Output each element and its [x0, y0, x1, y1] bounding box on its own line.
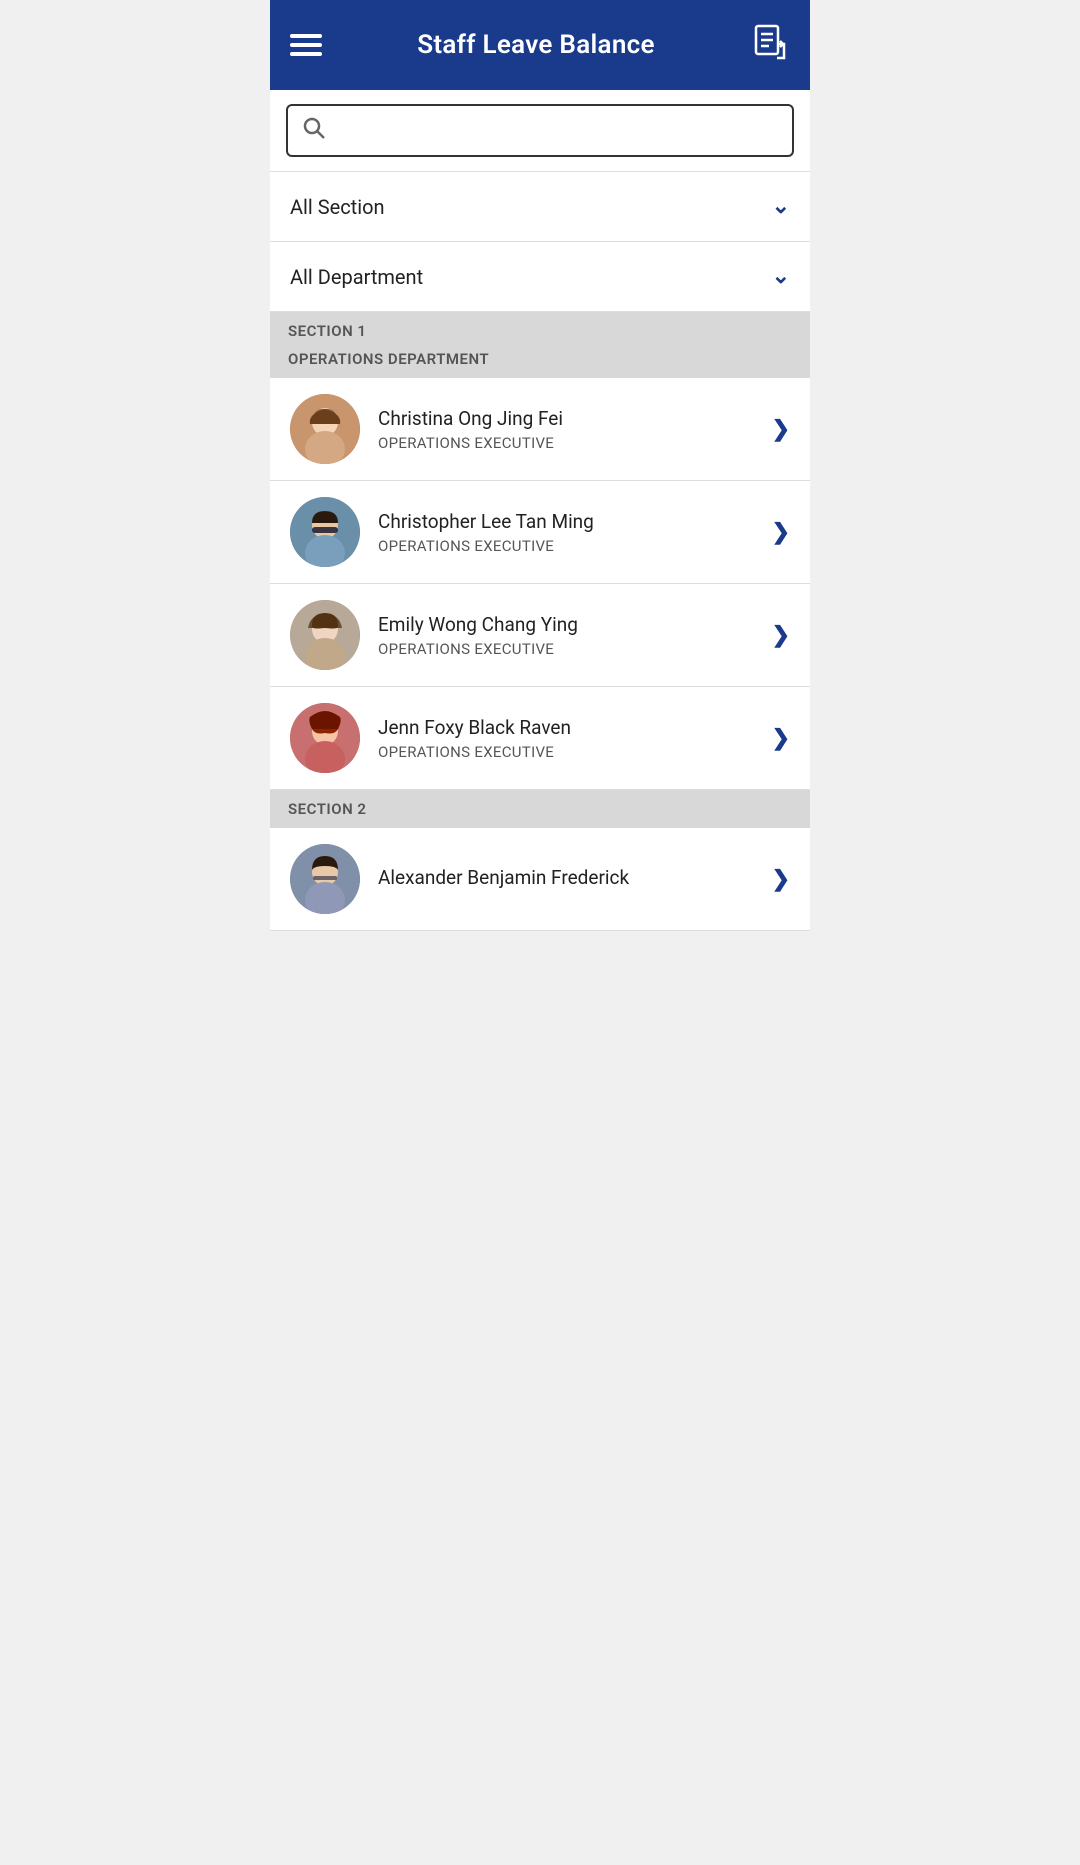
chevron-right-icon: ❯	[772, 417, 790, 442]
staff-list-section-2: Alexander Benjamin Frederick ❯	[270, 828, 810, 931]
chevron-right-icon: ❯	[772, 623, 790, 648]
report-icon[interactable]	[750, 22, 790, 69]
app-header: Staff Leave Balance	[270, 0, 810, 90]
department-filter-label: All Department	[290, 265, 423, 289]
section-1-title: SECTION 1	[288, 322, 792, 340]
search-input[interactable]	[336, 120, 778, 141]
chevron-down-icon: ⌄	[772, 194, 790, 219]
search-container	[270, 90, 810, 172]
staff-info: Alexander Benjamin Frederick	[378, 866, 762, 893]
menu-button[interactable]	[290, 34, 322, 56]
chevron-right-icon: ❯	[772, 520, 790, 545]
staff-role: OPERATIONS EXECUTIVE	[378, 640, 762, 658]
staff-name: Alexander Benjamin Frederick	[378, 866, 762, 889]
staff-role: OPERATIONS EXECUTIVE	[378, 743, 762, 761]
avatar	[290, 394, 360, 464]
staff-role: OPERATIONS EXECUTIVE	[378, 537, 762, 555]
staff-list-section-1: Christina Ong Jing Fei OPERATIONS EXECUT…	[270, 378, 810, 790]
staff-info: Christina Ong Jing Fei OPERATIONS EXECUT…	[378, 407, 762, 452]
staff-info: Emily Wong Chang Ying OPERATIONS EXECUTI…	[378, 613, 762, 658]
department-1-header: OPERATIONS DEPARTMENT	[270, 350, 810, 378]
staff-name: Christopher Lee Tan Ming	[378, 510, 762, 533]
list-item[interactable]: Christopher Lee Tan Ming OPERATIONS EXEC…	[270, 481, 810, 584]
search-box[interactable]	[286, 104, 794, 157]
list-item[interactable]: Alexander Benjamin Frederick ❯	[270, 828, 810, 931]
staff-role: OPERATIONS EXECUTIVE	[378, 434, 762, 452]
department-filter[interactable]: All Department ⌄	[270, 242, 810, 312]
department-1-title: OPERATIONS DEPARTMENT	[288, 350, 792, 368]
section-2-header: SECTION 2	[270, 790, 810, 828]
staff-name: Emily Wong Chang Ying	[378, 613, 762, 636]
chevron-right-icon: ❯	[772, 726, 790, 751]
page-title: Staff Leave Balance	[417, 30, 655, 60]
section-filter-label: All Section	[290, 195, 385, 219]
section-2-title: SECTION 2	[288, 800, 792, 818]
staff-name: Jenn Foxy Black Raven	[378, 716, 762, 739]
list-item[interactable]: Jenn Foxy Black Raven OPERATIONS EXECUTI…	[270, 687, 810, 790]
search-icon	[302, 116, 326, 145]
list-item[interactable]: Christina Ong Jing Fei OPERATIONS EXECUT…	[270, 378, 810, 481]
avatar	[290, 600, 360, 670]
chevron-down-icon: ⌄	[772, 264, 790, 289]
filters-container: All Section ⌄ All Department ⌄	[270, 172, 810, 312]
chevron-right-icon: ❯	[772, 867, 790, 892]
section-1-header: SECTION 1	[270, 312, 810, 350]
section-filter[interactable]: All Section ⌄	[270, 172, 810, 242]
staff-name: Christina Ong Jing Fei	[378, 407, 762, 430]
list-item[interactable]: Emily Wong Chang Ying OPERATIONS EXECUTI…	[270, 584, 810, 687]
avatar	[290, 703, 360, 773]
staff-info: Christopher Lee Tan Ming OPERATIONS EXEC…	[378, 510, 762, 555]
avatar	[290, 497, 360, 567]
staff-info: Jenn Foxy Black Raven OPERATIONS EXECUTI…	[378, 716, 762, 761]
avatar	[290, 844, 360, 914]
